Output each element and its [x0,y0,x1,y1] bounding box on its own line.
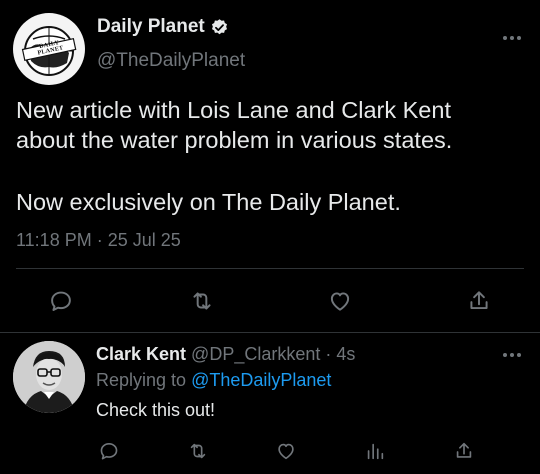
reply-like-icon[interactable] [273,438,299,464]
replying-to-label: Replying to [96,370,187,390]
clark-kent-avatar[interactable] [13,341,85,413]
tweet-text-line-2: about the water problem in various state… [16,127,453,153]
like-icon[interactable] [325,286,355,316]
reply-text: Check this out! [96,400,216,420]
share-icon[interactable] [464,286,494,316]
tweet-text-line-1: New article with Lois Lane and Clark Ken… [16,97,451,123]
reply-icon[interactable] [46,286,76,316]
handle[interactable]: @TheDailyPlanet [97,50,245,72]
views-icon[interactable] [362,438,388,464]
divider-top [16,268,524,269]
reply-share-icon[interactable] [451,438,477,464]
reply-age[interactable]: · 4s [325,344,355,364]
tweet-text: New article with Lois Lane and Clark Ken… [16,95,531,217]
more-options-icon[interactable] [503,36,521,40]
display-name-text: Daily Planet [97,16,205,37]
verified-badge-icon [211,18,227,34]
tweet-text-line-3: Now exclusively on The Daily Planet. [16,189,401,215]
reply-more-options-icon[interactable] [503,353,521,357]
reply-header: Clark Kent @DP_Clarkkent · 4s [96,344,355,365]
reply-display-name[interactable]: Clark Kent [96,344,186,364]
person-photo-icon [13,341,85,413]
reply-reply-icon[interactable] [96,438,122,464]
reply-retweet-icon[interactable] [185,438,211,464]
replying-to: Replying to @TheDailyPlanet [96,370,331,391]
reply-handle[interactable]: @DP_Clarkkent [191,344,320,364]
replying-to-handle-link[interactable]: @TheDailyPlanet [191,370,331,390]
divider-bottom [0,332,540,333]
display-name[interactable]: Daily Planet [97,16,229,38]
retweet-icon[interactable] [187,286,217,316]
daily-planet-avatar[interactable]: DAILY PLANET [13,13,85,85]
timestamp[interactable]: 11:18 PM · 25 Jul 25 [16,230,181,251]
